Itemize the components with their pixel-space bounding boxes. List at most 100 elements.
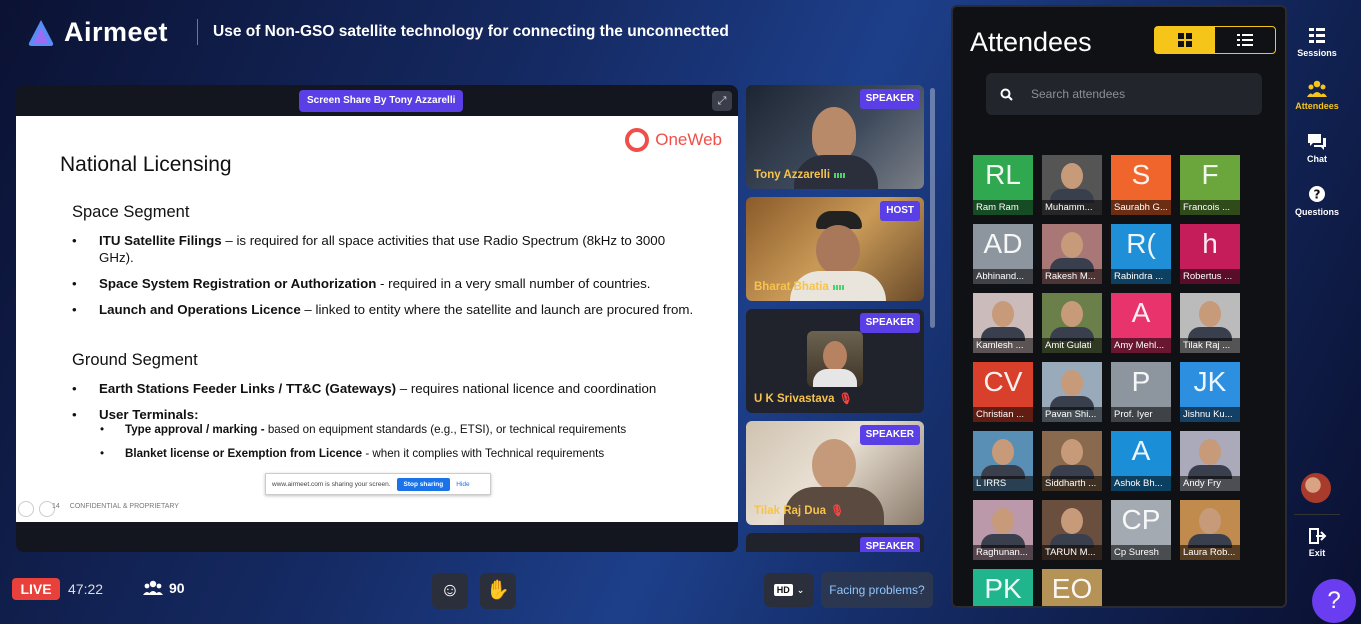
shared-slide: OneWeb National Licensing Space Segment …: [16, 116, 738, 522]
attendee-tile[interactable]: RL Ram Ram: [973, 155, 1033, 215]
speaker-name: Bharat Bhatia: [754, 281, 844, 293]
attendee-tile[interactable]: Kamlesh ...: [973, 293, 1033, 353]
attendee-tile[interactable]: EO: [1042, 569, 1102, 606]
question-icon: ?: [1309, 186, 1325, 202]
attendee-name: Rakesh M...: [1042, 269, 1102, 284]
attendee-tile[interactable]: TARUN M...: [1042, 500, 1102, 560]
my-profile-avatar[interactable]: [1301, 473, 1331, 503]
attendee-photo: [1042, 500, 1102, 548]
attendee-tile[interactable]: R(Rabindra ...: [1111, 224, 1171, 284]
list-view-button[interactable]: [1215, 27, 1275, 53]
attendee-tile[interactable]: A Ashok Bh...: [1111, 431, 1171, 491]
fullscreen-button[interactable]: ⤢: [712, 91, 732, 111]
attendee-name: Siddharth ...: [1042, 476, 1102, 491]
attendee-tile[interactable]: Tilak Raj ...: [1180, 293, 1240, 353]
attendee-photo: [973, 431, 1033, 479]
attendee-tile[interactable]: F Francois ...: [1180, 155, 1240, 215]
attendee-count[interactable]: 90: [143, 580, 185, 596]
exit-button[interactable]: Exit: [1292, 527, 1342, 558]
stop-sharing-button[interactable]: Stop sharing: [396, 477, 451, 491]
panel-title: Attendees: [970, 27, 1092, 57]
speaker-role-badge: SPEAKER: [859, 313, 920, 333]
speaker-name: Tilak Raj Dua 🎙: [754, 504, 844, 518]
attendee-initials: F: [1201, 159, 1219, 190]
chevron-down-icon: ⌄: [796, 584, 805, 595]
attendee-name: Francois ...: [1180, 200, 1240, 215]
speaker-face: [812, 107, 856, 161]
facing-problems-button[interactable]: Facing problems?: [821, 572, 933, 608]
speaker-tile[interactable]: SPEAKER Tony Azzarelli: [746, 85, 924, 189]
grid-icon: [1178, 33, 1192, 47]
attendee-name: Amy Mehl...: [1111, 338, 1171, 353]
airmeet-logo[interactable]: Airmeet: [26, 17, 168, 48]
attendee-name: TARUN M...: [1042, 545, 1102, 560]
rail-label: Attendees: [1295, 101, 1339, 111]
slide-bullet: User Terminals:: [72, 406, 702, 423]
attendee-tile[interactable]: S Saurabh G...: [1111, 155, 1171, 215]
attendee-name: Pavan Shi...: [1042, 407, 1102, 422]
attendee-name: Jishnu Ku...: [1180, 407, 1240, 422]
oneweb-logo: OneWeb: [625, 128, 722, 152]
attendee-tile[interactable]: AD Abhinand...: [973, 224, 1033, 284]
slide-prev-icon[interactable]: [18, 501, 34, 517]
attendee-name: Robertus ...: [1180, 269, 1240, 284]
speaker-tile[interactable]: SPEAKER Tilak Raj Dua 🎙: [746, 421, 924, 525]
attendee-name: L IRRS: [973, 476, 1033, 491]
bullet-bold: Launch and Operations Licence: [99, 302, 301, 317]
attendee-tile[interactable]: Rakesh M...: [1042, 224, 1102, 284]
speaker-scrollbar[interactable]: [930, 88, 935, 328]
attendee-tile[interactable]: A Amy Mehl...: [1111, 293, 1171, 353]
attendee-tile[interactable]: JK Jishnu Ku...: [1180, 362, 1240, 422]
attendee-count-value: 90: [169, 580, 185, 596]
attendee-photo: [1042, 224, 1102, 272]
attendee-initials: h: [1202, 228, 1218, 259]
attendee-name: Saurabh G...: [1111, 200, 1171, 215]
speaker-tile[interactable]: SPEAKER: [746, 533, 924, 552]
help-button[interactable]: ?: [1312, 579, 1356, 623]
sharing-message: www.airmeet.com is sharing your screen.: [272, 480, 391, 488]
attendee-tile[interactable]: P Prof. Iyer: [1111, 362, 1171, 422]
attendee-name: Prof. Iyer: [1111, 407, 1171, 422]
attendee-initials: A: [1131, 435, 1151, 466]
attendee-tile[interactable]: Siddharth ...: [1042, 431, 1102, 491]
attendee-name: Laura Rob...: [1180, 545, 1240, 560]
rail-attendees[interactable]: Attendees: [1292, 80, 1342, 111]
speaker-tile[interactable]: SPEAKER U K Srivastava 🎙: [746, 309, 924, 413]
attendee-initials: CV: [983, 366, 1023, 397]
attendee-tile[interactable]: CP Cp Suresh: [1111, 500, 1171, 560]
bullet-bold: Type approval / marking -: [125, 423, 265, 436]
attendees-panel: Attendees Search attendees RL Ram Ram Muha…: [951, 5, 1287, 608]
attendee-tile[interactable]: Andy Fry: [1180, 431, 1240, 491]
attendee-tile[interactable]: L IRRS: [973, 431, 1033, 491]
raise-hand-button[interactable]: ✋: [480, 573, 516, 609]
event-title: Use of Non-GSO satellite technology for …: [213, 23, 729, 40]
bullet-text: – linked to entity where the satellite a…: [300, 302, 694, 317]
attendee-tile[interactable]: CV Christian ...: [973, 362, 1033, 422]
attendee-tile[interactable]: Laura Rob...: [1180, 500, 1240, 560]
slide-footer-label: CONFIDENTIAL & PROPRIETARY: [69, 503, 179, 510]
speaker-name-text: Tilak Raj Dua: [754, 504, 827, 517]
speaker-tile[interactable]: HOST Bharat Bhatia: [746, 197, 924, 301]
grid-view-button[interactable]: [1155, 27, 1215, 53]
bullet-bold: Blanket license or Exemption from Licenc…: [125, 447, 363, 460]
attendee-tile[interactable]: h Robertus ...: [1180, 224, 1240, 284]
hide-link[interactable]: Hide: [456, 481, 469, 488]
attendee-photo: [973, 293, 1033, 341]
emoji-reaction-button[interactable]: ☺: [432, 573, 468, 609]
attendee-tile[interactable]: Pavan Shi...: [1042, 362, 1102, 422]
search-placeholder: Search attendees: [1031, 87, 1126, 101]
attendee-name: Cp Suresh: [1111, 545, 1171, 560]
rail-sessions[interactable]: Sessions: [1292, 27, 1342, 58]
quality-selector[interactable]: HD ⌄: [764, 573, 814, 607]
attendee-tile[interactable]: Raghunan...: [973, 500, 1033, 560]
attendee-initials: CP: [1121, 504, 1161, 535]
expand-icon: ⤢: [717, 95, 727, 107]
attendee-tile[interactable]: PK: [973, 569, 1033, 606]
mic-level-icon: [834, 172, 846, 178]
attendee-tile[interactable]: Amit Gulati: [1042, 293, 1102, 353]
search-attendees-field[interactable]: Search attendees: [986, 73, 1262, 115]
rail-chat[interactable]: Chat: [1292, 133, 1342, 164]
rail-questions[interactable]: ? Questions: [1292, 186, 1342, 217]
attendee-tile[interactable]: Muhamm...: [1042, 155, 1102, 215]
attendee-photo: [1180, 431, 1240, 479]
